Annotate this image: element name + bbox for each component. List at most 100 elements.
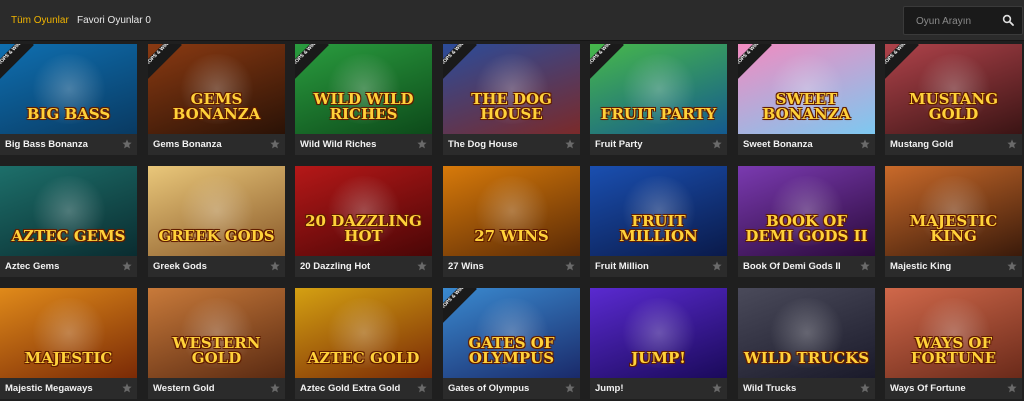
game-card[interactable]: 27 WINS 27 Wins: [443, 166, 580, 277]
tab-favorite-games[interactable]: Favori Oyunlar 0: [77, 15, 151, 26]
game-card[interactable]: WAYS OF FORTUNE Ways Of Fortune: [885, 288, 1022, 399]
game-title: Gems Bonanza: [153, 139, 222, 150]
game-card[interactable]: DROPS & WINS WILD WILD RICHES Wild Wild Ri…: [295, 44, 432, 155]
game-thumbnail[interactable]: BOOK OF DEMI GODS II: [738, 166, 875, 256]
game-title: Jump!: [595, 383, 624, 394]
game-card[interactable]: DROPS & WINS FRUIT PARTY Fruit Party: [590, 44, 727, 155]
game-thumbnail[interactable]: 20 DAZZLING HOT: [295, 166, 432, 256]
favorite-star-icon[interactable]: [712, 261, 722, 271]
game-logo: FRUIT PARTY: [600, 105, 717, 123]
favorite-star-icon[interactable]: [122, 383, 132, 393]
game-caption: Gems Bonanza: [148, 134, 285, 155]
game-logo: 20 DAZZLING HOT: [305, 212, 422, 245]
game-thumbnail[interactable]: DROPS & WINS GATES OF OLYMPUS: [443, 288, 580, 378]
game-thumbnail[interactable]: AZTEC GEMS: [0, 166, 137, 256]
favorite-star-icon[interactable]: [270, 139, 280, 149]
drops-wins-badge: DROPS & WINS: [295, 44, 329, 79]
game-card[interactable]: JUMP! Jump!: [590, 288, 727, 399]
favorite-star-icon[interactable]: [565, 261, 575, 271]
drops-wins-badge: DROPS & WINS: [443, 288, 477, 323]
game-card[interactable]: AZTEC GEMS Aztec Gems: [0, 166, 137, 277]
game-card[interactable]: MAJESTIC KING Majestic King: [885, 166, 1022, 277]
game-thumbnail[interactable]: MAJESTIC KING: [885, 166, 1022, 256]
game-card[interactable]: BOOK OF DEMI GODS II Book Of Demi Gods II: [738, 166, 875, 277]
favorite-star-icon[interactable]: [122, 139, 132, 149]
favorite-star-icon[interactable]: [712, 139, 722, 149]
favorite-star-icon[interactable]: [712, 383, 722, 393]
game-thumbnail[interactable]: WAYS OF FORTUNE: [885, 288, 1022, 378]
game-thumbnail[interactable]: WESTERN GOLD: [148, 288, 285, 378]
favorite-star-icon[interactable]: [860, 383, 870, 393]
game-thumbnail[interactable]: DROPS & WINS WILD WILD RICHES: [295, 44, 432, 134]
game-title: The Dog House: [448, 139, 518, 150]
favorite-star-icon[interactable]: [1007, 383, 1017, 393]
game-logo: WESTERN GOLD: [172, 334, 261, 367]
game-card[interactable]: AZTEC GOLD Aztec Gold Extra Gold: [295, 288, 432, 399]
game-title: Wild Wild Riches: [300, 139, 377, 150]
game-thumbnail[interactable]: DROPS & WINS FRUIT PARTY: [590, 44, 727, 134]
favorite-star-icon[interactable]: [270, 261, 280, 271]
game-caption: Western Gold: [148, 378, 285, 399]
game-caption: Fruit Party: [590, 134, 727, 155]
game-thumbnail[interactable]: DROPS & WINS MUSTANG GOLD: [885, 44, 1022, 134]
favorite-star-icon[interactable]: [860, 139, 870, 149]
favorite-star-icon[interactable]: [122, 261, 132, 271]
game-logo: MAJESTIC KING: [909, 212, 998, 245]
favorite-star-icon[interactable]: [860, 261, 870, 271]
tab-all-games[interactable]: Tüm Oyunlar: [11, 15, 69, 26]
drops-wins-badge: DROPS & WINS: [0, 44, 34, 79]
game-title: Majestic Megaways: [5, 383, 93, 394]
game-card[interactable]: DROPS & WINS MUSTANG GOLD Mustang Gold: [885, 44, 1022, 155]
game-thumbnail[interactable]: DROPS & WINS THE DOG HOUSE: [443, 44, 580, 134]
game-thumbnail[interactable]: FRUIT MILLION: [590, 166, 727, 256]
game-thumbnail[interactable]: DROPS & WINS BIG BASS: [0, 44, 137, 134]
game-card[interactable]: MAJESTIC Majestic Megaways: [0, 288, 137, 399]
search-icon[interactable]: [1002, 14, 1014, 26]
game-thumbnail[interactable]: DROPS & WINS GEMS BONANZA: [148, 44, 285, 134]
game-caption: Majestic King: [885, 256, 1022, 277]
game-card[interactable]: 20 DAZZLING HOT 20 Dazzling Hot: [295, 166, 432, 277]
game-logo: GREEK GODS: [158, 227, 275, 245]
game-logo: SWEET BONANZA: [762, 90, 851, 123]
game-card[interactable]: DROPS & WINS BIG BASS Big Bass Bonanza: [0, 44, 137, 155]
game-caption: Big Bass Bonanza: [0, 134, 137, 155]
game-card[interactable]: DROPS & WINS GEMS BONANZA Gems Bonanza: [148, 44, 285, 155]
game-caption: The Dog House: [443, 134, 580, 155]
game-logo: WILD WILD RICHES: [313, 90, 414, 123]
favorite-star-icon[interactable]: [417, 261, 427, 271]
favorite-star-icon[interactable]: [565, 139, 575, 149]
search-box: [903, 6, 1023, 35]
game-card[interactable]: DROPS & WINS THE DOG HOUSE The Dog House: [443, 44, 580, 155]
favorite-star-icon[interactable]: [417, 139, 427, 149]
game-card[interactable]: DROPS & WINS GATES OF OLYMPUS Gates of Oly…: [443, 288, 580, 399]
game-thumbnail[interactable]: AZTEC GOLD: [295, 288, 432, 378]
favorite-star-icon[interactable]: [1007, 139, 1017, 149]
game-title: Gates of Olympus: [448, 383, 530, 394]
game-title: Fruit Million: [595, 261, 649, 272]
drops-wins-badge: DROPS & WINS: [738, 44, 772, 79]
game-thumbnail[interactable]: JUMP!: [590, 288, 727, 378]
game-title: 27 Wins: [448, 261, 484, 272]
favorite-star-icon[interactable]: [1007, 261, 1017, 271]
game-title: Mustang Gold: [890, 139, 954, 150]
game-caption: Majestic Megaways: [0, 378, 137, 399]
favorite-star-icon[interactable]: [417, 383, 427, 393]
game-thumbnail[interactable]: WILD TRUCKS: [738, 288, 875, 378]
favorite-star-icon[interactable]: [565, 383, 575, 393]
drops-wins-badge: DROPS & WINS: [443, 44, 477, 79]
game-thumbnail[interactable]: MAJESTIC: [0, 288, 137, 378]
game-thumbnail[interactable]: DROPS & WINS SWEET BONANZA: [738, 44, 875, 134]
game-card[interactable]: FRUIT MILLION Fruit Million: [590, 166, 727, 277]
search-input[interactable]: [914, 12, 998, 30]
game-thumbnail[interactable]: GREEK GODS: [148, 166, 285, 256]
game-card[interactable]: DROPS & WINS SWEET BONANZA Sweet Bonanza: [738, 44, 875, 155]
game-title: Fruit Party: [595, 139, 643, 150]
game-card[interactable]: GREEK GODS Greek Gods: [148, 166, 285, 277]
game-thumbnail[interactable]: 27 WINS: [443, 166, 580, 256]
game-title: Western Gold: [153, 383, 215, 394]
game-logo: BIG BASS: [26, 105, 111, 123]
game-card[interactable]: WILD TRUCKS Wild Trucks: [738, 288, 875, 399]
game-logo: AZTEC GOLD: [307, 349, 420, 367]
favorite-star-icon[interactable]: [270, 383, 280, 393]
game-card[interactable]: WESTERN GOLD Western Gold: [148, 288, 285, 399]
